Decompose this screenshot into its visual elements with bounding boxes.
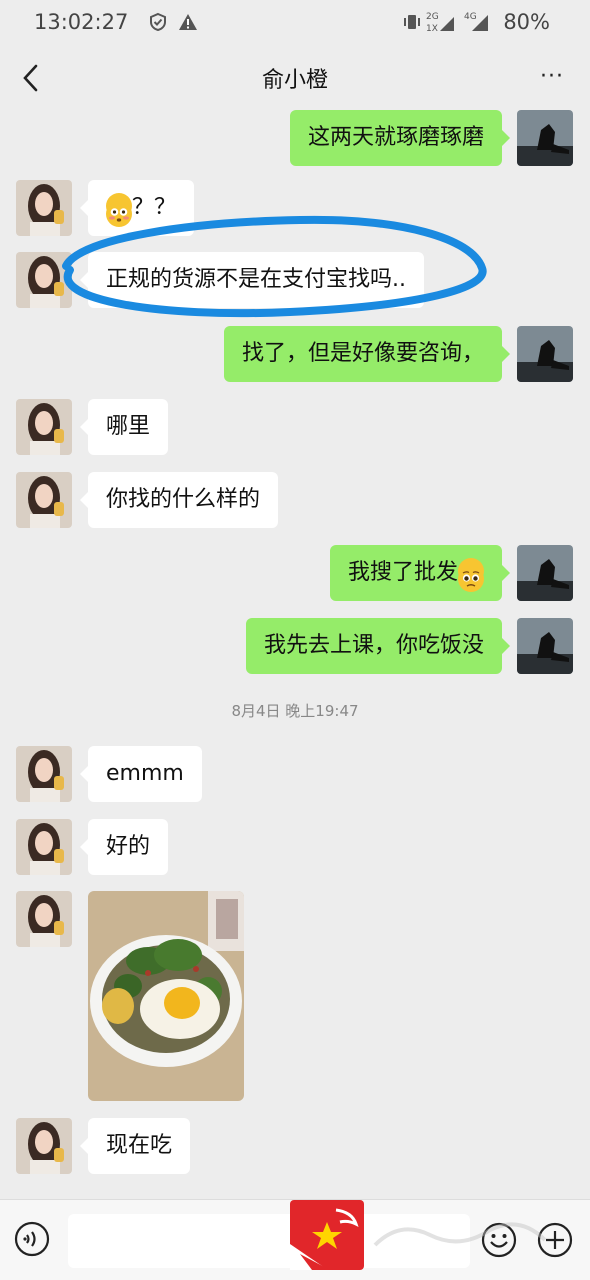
battery-level: 80%: [503, 10, 550, 34]
svg-text:1X: 1X: [426, 24, 438, 34]
voice-icon: [14, 1221, 50, 1257]
status-time: 13:02:27: [34, 10, 129, 34]
avatar-contact[interactable]: [16, 399, 72, 455]
avatar-contact[interactable]: [16, 746, 72, 802]
message-bubble-sent[interactable]: 我搜了批发: [329, 545, 511, 601]
chat-header: 俞小橙 ···: [0, 44, 590, 112]
message-bubble-received[interactable]: 哪里: [79, 399, 169, 455]
message-bubble-received[interactable]: 好的: [79, 819, 169, 875]
message-row: 这两天就琢磨琢磨: [0, 110, 590, 166]
signal-2g-icon: 2G 1X: [424, 9, 458, 39]
avatar-contact[interactable]: [16, 819, 72, 875]
alert-icon: [178, 12, 198, 36]
message-row: 我先去上课，你吃饭没: [0, 618, 590, 674]
message-row: 哪里: [0, 399, 590, 455]
vibrate-icon: [402, 12, 422, 36]
overlay-logo: [290, 1200, 364, 1270]
svg-text:4G: 4G: [464, 12, 477, 22]
signal-4g-icon: 4G: [462, 9, 492, 39]
avatar-contact[interactable]: [16, 1118, 72, 1174]
message-bubble-sent[interactable]: 我先去上课，你吃饭没: [245, 618, 511, 674]
message-bubble-received[interactable]: emmm: [80, 746, 202, 802]
voice-input-button[interactable]: [14, 1221, 50, 1257]
avatar-self[interactable]: [517, 618, 573, 674]
svg-text:2G: 2G: [426, 12, 439, 22]
message-row: 现在吃: [0, 1118, 590, 1174]
annotation-ellipse: [62, 215, 487, 318]
message-timestamp: 8月4日 晚上19:47: [231, 702, 359, 720]
avatar-self[interactable]: [517, 110, 573, 166]
message-row: 找了，但是好像要咨询，: [0, 326, 590, 382]
message-bubble-received[interactable]: 现在吃: [79, 1118, 191, 1174]
avatar-self[interactable]: [517, 545, 573, 601]
message-text: 我搜了批发: [347, 560, 458, 585]
message-row: 好的: [0, 819, 590, 875]
message-bubble-sent[interactable]: 这两天就琢磨琢磨: [289, 110, 511, 166]
more-options-button[interactable]: ···: [540, 64, 564, 89]
pleading-face-icon: [458, 558, 484, 592]
image-message-food-photo[interactable]: [88, 891, 244, 1101]
avatar-contact[interactable]: [16, 891, 72, 947]
status-bar: 13:02:27 2G 1X 4G 80%: [0, 0, 590, 44]
message-bubble-sent[interactable]: 找了，但是好像要咨询，: [223, 326, 511, 382]
avatar-self[interactable]: [517, 326, 573, 382]
message-row: 你找的什么样的: [0, 472, 590, 528]
message-bubble-received[interactable]: 你找的什么样的: [79, 472, 279, 528]
watermark: [370, 1215, 550, 1262]
shield-icon: [148, 12, 168, 36]
message-row: 我搜了批发: [0, 545, 590, 601]
chat-title: 俞小橙: [261, 68, 328, 93]
avatar-contact[interactable]: [16, 472, 72, 528]
message-row: emmm: [0, 746, 590, 802]
